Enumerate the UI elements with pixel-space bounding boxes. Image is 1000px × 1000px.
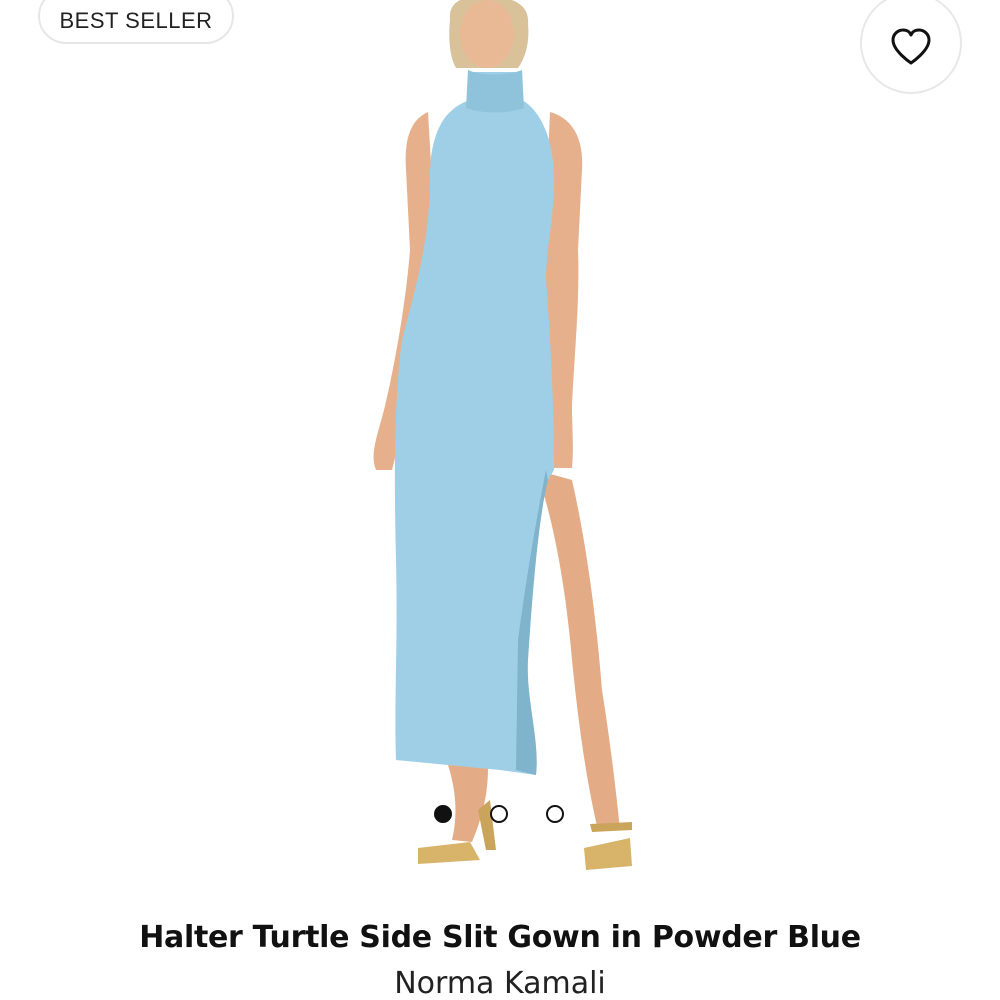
best-seller-badge: BEST SELLER <box>38 0 234 44</box>
best-seller-badge-label: BEST SELLER <box>59 8 213 33</box>
product-title[interactable]: Halter Turtle Side Slit Gown in Powder B… <box>0 920 1000 955</box>
heart-icon <box>891 28 931 65</box>
image-carousel-dots <box>0 803 1000 825</box>
carousel-dot-1[interactable] <box>434 805 452 823</box>
carousel-dot-2[interactable] <box>490 805 508 823</box>
add-to-wishlist-button[interactable] <box>860 0 962 94</box>
model-figure <box>373 0 632 870</box>
carousel-dot-3[interactable] <box>546 805 564 823</box>
product-brand[interactable]: Norma Kamali <box>0 966 1000 1000</box>
product-image[interactable]: BEST SELLER <box>0 0 1000 920</box>
